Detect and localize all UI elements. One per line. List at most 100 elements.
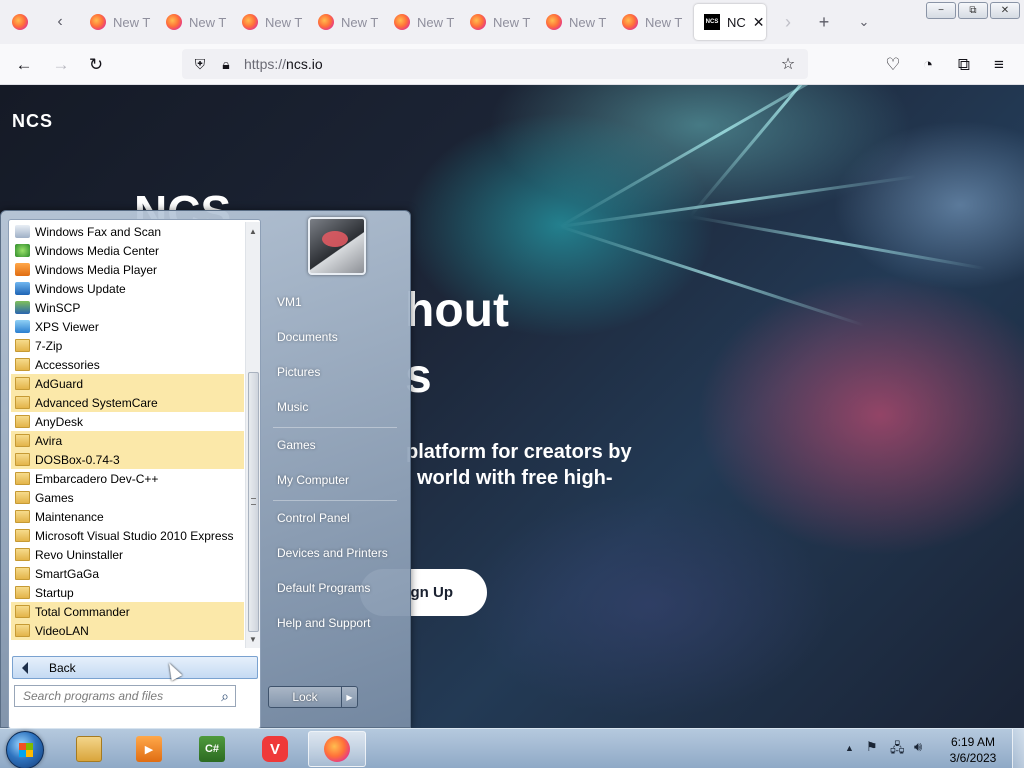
new-tab-button[interactable]: +	[810, 6, 838, 38]
back-button[interactable]: Back	[12, 656, 258, 679]
back-arrow-icon[interactable]: ←	[11, 52, 37, 78]
volume-icon[interactable]: 🔊︎	[914, 739, 922, 755]
program-item[interactable]: Maintenance	[11, 507, 244, 526]
action-center-flag-icon[interactable]: ⚑	[866, 739, 878, 755]
close-window-button[interactable]: ✕	[990, 2, 1020, 19]
menu-item-default-programs[interactable]: Default Programs	[269, 573, 401, 603]
system-clock[interactable]: 6:19 AM 3/6/2023	[942, 734, 1004, 766]
menu-item-control-panel[interactable]: Control Panel	[269, 503, 401, 533]
program-label: VideoLAN	[35, 623, 89, 638]
programs-scrollbar[interactable]: ▲ ▼	[245, 222, 260, 648]
address-bar[interactable]: ⛨ 🔒︎ https://ncs.io ☆	[182, 49, 808, 79]
menu-item-user[interactable]: VM1	[269, 287, 401, 317]
close-icon[interactable]: ✕	[753, 14, 765, 31]
tab-new-tab-3[interactable]: New T	[232, 4, 308, 40]
search-icon[interactable]: ⌕	[221, 688, 229, 705]
menu-item-devices-printers[interactable]: Devices and Printers	[269, 538, 401, 568]
user-avatar[interactable]	[308, 217, 366, 275]
menu-item-help-support[interactable]: Help and Support	[269, 608, 401, 638]
bookmark-star-icon[interactable]: ☆	[778, 54, 798, 74]
program-item[interactable]: AdGuard	[11, 374, 244, 393]
tab-ncs-active[interactable]: NCS NC ✕	[694, 4, 766, 40]
firefox-view-button[interactable]	[0, 0, 40, 44]
menu-item-games[interactable]: Games	[269, 430, 401, 460]
list-all-tabs-button[interactable]: ⌄	[850, 6, 878, 38]
tab-scroll-right-button[interactable]: ›	[776, 6, 800, 38]
program-label: Total Commander	[35, 604, 130, 619]
program-item[interactable]: Accessories	[11, 355, 244, 374]
program-item[interactable]: VideoLAN	[11, 621, 244, 640]
program-item[interactable]: Microsoft Visual Studio 2010 Express	[11, 526, 244, 545]
menu-separator	[273, 427, 397, 428]
firefox-icon	[622, 14, 638, 30]
tab-new-tab-7[interactable]: New T	[536, 4, 612, 40]
show-desktop-button[interactable]	[1012, 729, 1024, 768]
tab-new-tab-6[interactable]: New T	[460, 4, 536, 40]
taskbar-media-player[interactable]: ▶	[120, 731, 178, 767]
taskbar-csharp[interactable]: C#	[183, 731, 241, 767]
tab-new-tab-2[interactable]: New T	[156, 4, 232, 40]
program-item[interactable]: Windows Media Player	[11, 260, 244, 279]
network-icon[interactable]: 🖧︎	[890, 739, 905, 761]
media-player-icon	[15, 263, 30, 276]
scrollbar-thumb[interactable]	[248, 372, 259, 632]
back-label: Back	[49, 660, 76, 675]
shield-icon[interactable]: ⛨	[190, 54, 210, 74]
tab-new-tab-5[interactable]: New T	[384, 4, 460, 40]
tab-new-tab-8[interactable]: New T	[612, 4, 688, 40]
url-text[interactable]: https://ncs.io	[244, 56, 323, 72]
menu-item-pictures[interactable]: Pictures	[269, 357, 401, 387]
program-item[interactable]: Windows Fax and Scan	[11, 222, 244, 241]
program-item[interactable]: Startup	[11, 583, 244, 602]
tab-new-tab-1[interactable]: New T	[80, 4, 156, 40]
start-menu: Windows Fax and Scan Windows Media Center…	[0, 210, 411, 729]
hero-subtitle-line2: world with free high-	[417, 467, 613, 489]
program-label: WinSCP	[35, 300, 81, 315]
scroll-down-arrow-icon[interactable]: ▼	[246, 632, 260, 646]
program-item[interactable]: AnyDesk	[11, 412, 244, 431]
program-item[interactable]: Advanced SystemCare	[11, 393, 244, 412]
shutdown-options-arrow-icon[interactable]: ▶	[342, 686, 358, 708]
pocket-icon[interactable]: ♡	[880, 52, 906, 78]
forward-arrow-icon[interactable]: →	[48, 52, 74, 78]
program-item[interactable]: DOSBox-0.74-3	[11, 450, 244, 469]
url-host: ncs.io	[286, 56, 323, 72]
program-label: Windows Media Center	[35, 243, 160, 258]
program-item[interactable]: Windows Media Center	[11, 241, 244, 260]
taskbar-vivaldi[interactable]: V	[246, 731, 304, 767]
program-item[interactable]: SmartGaGa	[11, 564, 244, 583]
program-item[interactable]: Total Commander	[11, 602, 244, 621]
menu-item-documents[interactable]: Documents	[269, 322, 401, 352]
show-hidden-icons-button[interactable]: ▲	[845, 743, 854, 753]
program-item[interactable]: WinSCP	[11, 298, 244, 317]
start-button[interactable]	[6, 731, 44, 768]
program-item[interactable]: Windows Update	[11, 279, 244, 298]
program-item[interactable]: 7-Zip	[11, 336, 244, 355]
program-item[interactable]: Embarcadero Dev-C++	[11, 469, 244, 488]
program-item[interactable]: Revo Uninstaller	[11, 545, 244, 564]
lock-button[interactable]: Lock	[268, 686, 342, 708]
menu-item-music[interactable]: Music	[269, 392, 401, 422]
minimize-button[interactable]: −	[926, 2, 956, 19]
tab-scroll-left-button[interactable]: ‹	[40, 0, 80, 44]
program-item[interactable]: Avira	[11, 431, 244, 450]
search-programs-input[interactable]: Search programs and files ⌕	[14, 685, 236, 707]
menu-item-my-computer[interactable]: My Computer	[269, 465, 401, 495]
menu-icon[interactable]: ≡	[986, 52, 1012, 78]
taskbar-explorer[interactable]	[60, 731, 118, 767]
scroll-up-arrow-icon[interactable]: ▲	[246, 224, 260, 238]
restore-button[interactable]: ⧉	[958, 2, 988, 19]
program-label: Windows Fax and Scan	[35, 224, 162, 239]
ncs-logo[interactable]: NCS	[12, 111, 53, 132]
taskbar-firefox[interactable]	[308, 731, 366, 767]
program-item[interactable]: Games	[11, 488, 244, 507]
folder-icon	[15, 567, 30, 580]
browser-tab-bar: ‹ New T New T New T New T New T New T Ne…	[0, 0, 1024, 44]
lock-icon[interactable]: 🔒︎	[216, 54, 236, 74]
account-icon[interactable]: ◔	[915, 52, 941, 78]
tab-new-tab-4[interactable]: New T	[308, 4, 384, 40]
xps-viewer-icon	[15, 320, 30, 333]
program-item[interactable]: XPS Viewer	[11, 317, 244, 336]
extensions-icon[interactable]: ⧉	[951, 52, 977, 78]
reload-icon[interactable]: ↻	[83, 52, 109, 78]
